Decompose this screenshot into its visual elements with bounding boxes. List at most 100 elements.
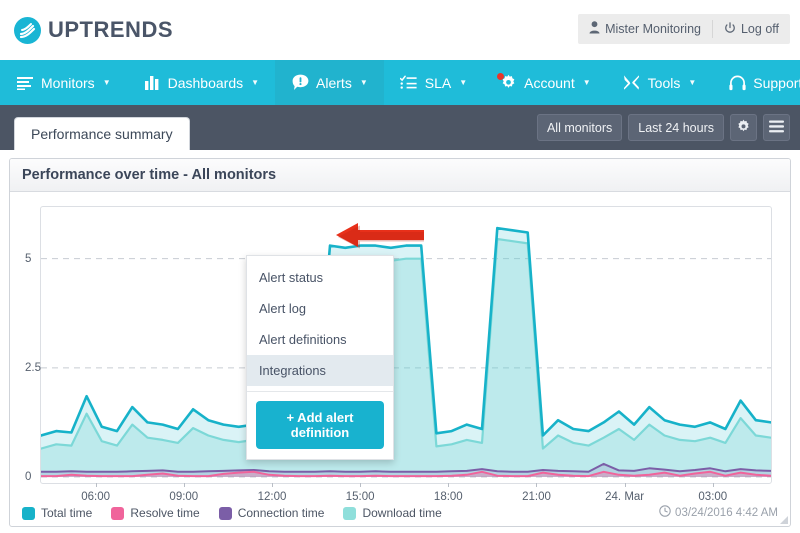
y-axis-tick: 2.5: [25, 361, 41, 374]
menu-item-integrations[interactable]: Integrations: [247, 355, 393, 386]
menu-item-label: Alert definitions: [259, 332, 347, 347]
notification-badge: [497, 72, 505, 80]
legend-label: Connection time: [237, 506, 325, 520]
menu-item-label: Integrations: [259, 363, 326, 378]
monitor-filter-label: All monitors: [546, 120, 613, 135]
legend-item[interactable]: Total time: [22, 506, 92, 520]
y-axis-tick: 0: [25, 471, 32, 483]
nav-label: Dashboards: [167, 74, 244, 91]
nav-item-alerts[interactable]: Alerts ▼: [275, 60, 384, 105]
x-axis-tick: 15:00: [345, 491, 375, 503]
chevron-down-icon: ▼: [251, 77, 260, 87]
menu-item-alert-definitions[interactable]: Alert definitions: [247, 324, 393, 355]
x-axis-tickmark: [183, 483, 185, 487]
nav-label: Monitors: [41, 74, 95, 91]
tab-strip-actions: All monitors Last 24 hours: [536, 114, 790, 141]
nav-item-account[interactable]: Account ▼: [483, 60, 607, 105]
nav-label: Alerts: [316, 74, 352, 91]
x-axis-tickmark: [95, 483, 97, 487]
brand-logo[interactable]: UPTRENDS: [14, 16, 174, 44]
clock-icon: [659, 505, 671, 520]
wrench-icon: [623, 74, 641, 92]
menu-divider: [247, 391, 393, 392]
chevron-down-icon: ▼: [102, 77, 111, 87]
x-axis-tick: 06:00: [81, 491, 111, 503]
legend-swatch: [343, 506, 357, 520]
brand-name: UPTRENDS: [48, 17, 174, 42]
menu-button[interactable]: [763, 114, 790, 141]
x-axis-tick: 12:00: [257, 491, 287, 503]
chevron-down-icon: ▼: [582, 77, 591, 87]
last-updated-stamp: 03/24/2016 4:42 AM: [659, 505, 778, 520]
monitor-filter-button[interactable]: All monitors: [536, 114, 623, 141]
account-box: Mister Monitoring Log off: [578, 14, 790, 44]
x-axis-tick: 03:00: [698, 491, 728, 503]
chevron-down-icon: ▼: [688, 77, 697, 87]
hamburger-icon: [769, 120, 784, 136]
nav-item-support[interactable]: Support ▼: [712, 60, 800, 105]
legend-item[interactable]: Resolve time: [111, 506, 200, 520]
x-axis-tickmark: [448, 483, 450, 487]
timestamp-label: 03/24/2016 4:42 AM: [675, 506, 778, 519]
menu-item-alert-log[interactable]: Alert log: [247, 293, 393, 324]
performance-panel: Performance over time - All monitors Sec…: [9, 158, 791, 527]
user-menu[interactable]: Mister Monitoring: [578, 14, 712, 44]
legend-item[interactable]: Connection time: [218, 506, 325, 520]
main-navigation: Monitors ▼ Dashboards ▼ Alerts ▼ SLA ▼ A…: [0, 60, 800, 105]
series-area: [41, 228, 771, 477]
add-alert-definition-button[interactable]: + Add alert definition: [256, 401, 384, 449]
x-axis-tick: 21:00: [522, 491, 551, 503]
legend-label: Download time: [362, 506, 442, 520]
nav-item-tools[interactable]: Tools ▼: [607, 60, 713, 105]
gear-icon: [736, 119, 751, 137]
nav-label: Account: [524, 74, 575, 91]
x-axis-tickmark: [624, 483, 626, 487]
user-name: Mister Monitoring: [605, 22, 701, 36]
nav-label: Tools: [647, 74, 681, 91]
legend-label: Total time: [41, 506, 93, 520]
legend-swatch: [22, 506, 35, 520]
x-axis-tick: 24. Mar: [605, 491, 645, 503]
nav-label: Support: [753, 74, 800, 91]
x-axis-tick: 18:00: [433, 491, 463, 503]
power-icon: [724, 21, 736, 37]
legend-item[interactable]: Download time: [343, 506, 442, 520]
logoff-label: Log off: [740, 22, 779, 36]
time-range-button[interactable]: Last 24 hours: [628, 114, 724, 141]
x-axis-tickmark: [271, 483, 273, 487]
time-range-label: Last 24 hours: [638, 120, 714, 135]
nav-label: SLA: [424, 74, 452, 91]
list-lines-icon: [16, 74, 34, 92]
nav-item-monitors[interactable]: Monitors ▼: [0, 60, 127, 105]
x-axis-tickmark: [360, 483, 362, 487]
x-axis-tickmark: [536, 483, 538, 487]
menu-item-alert-status[interactable]: Alert status: [247, 262, 393, 293]
checklist-icon: [400, 74, 418, 92]
legend-swatch: [218, 506, 232, 520]
legend-label: Resolve time: [130, 506, 200, 520]
logoff-button[interactable]: Log off: [713, 14, 790, 44]
x-axis-tick: 09:00: [169, 491, 199, 503]
user-icon: [589, 21, 600, 37]
tab-strip: Performance summary All monitors Last 24…: [0, 105, 800, 151]
x-axis-tickmark: [712, 483, 714, 487]
y-axis-tick: 5: [25, 252, 32, 265]
tab-label: Performance summary: [31, 126, 173, 142]
panel-title: Performance over time - All monitors: [10, 159, 790, 192]
menu-item-label: Alert status: [259, 270, 324, 285]
gear-icon: [497, 72, 517, 92]
nav-item-dashboards[interactable]: Dashboards ▼: [127, 60, 275, 105]
uptrends-logo-icon: [14, 16, 41, 44]
alert-bubble-icon: [291, 74, 309, 92]
tab-performance-summary[interactable]: Performance summary: [14, 117, 190, 151]
chevron-down-icon: ▼: [459, 77, 468, 87]
nav-item-sla[interactable]: SLA ▼: [384, 60, 483, 105]
resize-handle[interactable]: [780, 516, 788, 524]
top-bar: UPTRENDS Mister Monitoring Log off: [0, 0, 800, 60]
add-alert-definition-label: + Add alert definition: [286, 410, 354, 440]
menu-item-label: Alert log: [259, 301, 306, 316]
red-arrow-annotation: [332, 220, 426, 255]
settings-button[interactable]: [730, 114, 757, 141]
chevron-down-icon: ▼: [359, 77, 368, 87]
bar-chart-icon: [143, 74, 161, 92]
